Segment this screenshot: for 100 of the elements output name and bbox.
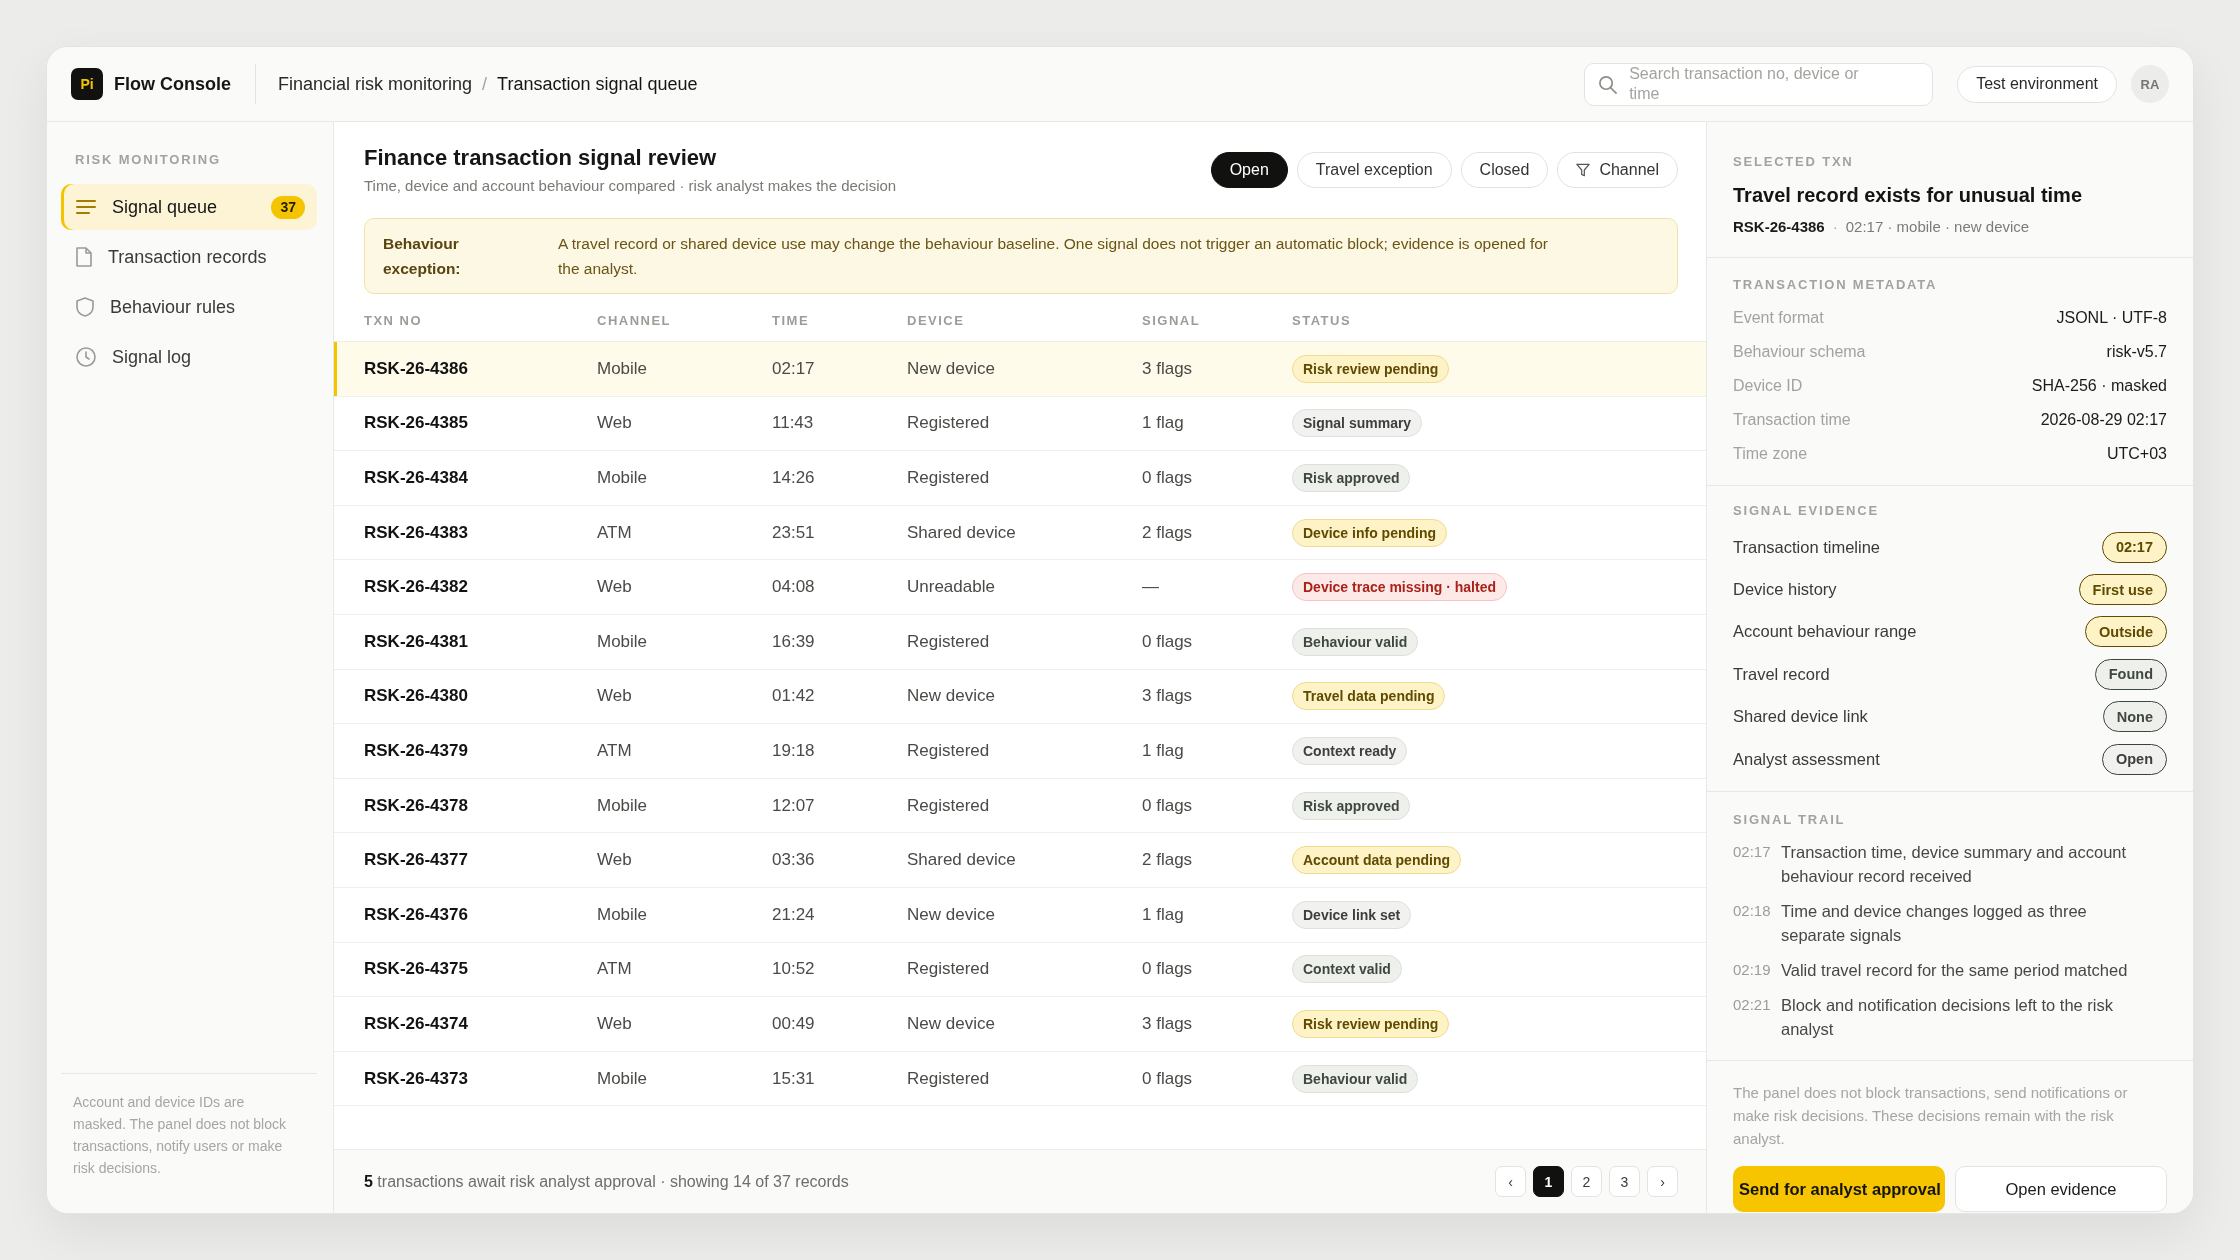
table-cell-text: 14:26	[772, 468, 816, 488]
status-badge: Signal summary	[1292, 409, 1423, 438]
table-row[interactable]: RSK-26-4380 Web 01:42 New device 3 flags Travel data pending	[334, 669, 1706, 725]
table-cell-text: Mobile	[597, 1068, 649, 1089]
trail-time: 02:19	[1733, 960, 1771, 981]
section-heading: RISK MONITORING	[74, 151, 222, 169]
page-button[interactable]: 1	[1533, 1166, 1564, 1197]
detail-title: Travel record exists for unusual time	[1733, 183, 2083, 208]
table-cell-text: Mobile	[597, 795, 649, 816]
table-cell-text: Registered	[907, 413, 991, 434]
app-logo: Pi	[71, 68, 103, 100]
next-page-button[interactable]: ›	[1647, 1166, 1678, 1197]
table-cell-text: 1 flag	[1142, 413, 1185, 434]
txn-id-cell-text: RSK-26-4378	[364, 795, 469, 816]
table-row[interactable]: RSK-26-4378 Mobile 12:07 Registered 0 flags Risk approved	[334, 778, 1706, 834]
table-row[interactable]: RSK-26-4379 ATM 19:18 Registered 1 flag Context ready	[334, 724, 1706, 779]
filter-chip[interactable]: Open	[1210, 152, 1288, 188]
table-cell-text: 19:18	[772, 740, 816, 761]
table-cell-text: 2 flags	[1142, 850, 1194, 871]
status-badge: Device info pending	[1292, 518, 1447, 547]
sidebar-note: Account and device IDs are masked. The panel does not block transactions, notify users or make risk decisions.	[73, 1093, 287, 1178]
table-cell-text: 3 flags	[1142, 686, 1194, 707]
breadcrumb-current[interactable]: Transaction signal queue	[497, 73, 698, 95]
sidebar-item[interactable]: Behaviour rules	[61, 284, 317, 330]
meta-separator: ·	[1832, 217, 1838, 237]
filter-chip[interactable]: Closed	[1460, 152, 1549, 188]
page-button[interactable]: 3	[1609, 1166, 1640, 1197]
txn-id: RSK-26-4386	[1733, 217, 1825, 237]
page-button[interactable]: 2	[1571, 1166, 1602, 1197]
user-avatar[interactable]: RA	[2131, 65, 2169, 103]
table-cell-text: 3 flags	[1142, 1013, 1194, 1034]
table-cell-text: New device	[907, 1013, 996, 1034]
environment-badge: Test environment	[1957, 65, 2117, 103]
metadata-value: JSONL · UTF-8	[2056, 309, 2167, 327]
table-row[interactable]: RSK-26-4381 Mobile 16:39 Registered 0 flags Behaviour valid	[334, 614, 1706, 670]
evidence-label: Transaction timeline	[1733, 537, 1881, 557]
search-field[interactable]: Search transaction no, device or time	[1584, 62, 1934, 106]
table-cell-text: Mobile	[597, 468, 649, 488]
evidence-badge: Open	[2101, 743, 2167, 775]
table-cell-text: 03:36	[772, 850, 816, 871]
status-badge: Risk review pending	[1292, 1009, 1450, 1038]
column-header: TIME	[772, 313, 811, 328]
trail-text: Time and device changes logged as three separate signals	[1781, 901, 2088, 947]
table-row[interactable]: RSK-26-4375 ATM 10:52 Registered 0 flags Context valid	[334, 942, 1706, 998]
txn-id-cell-text: RSK-26-4384	[364, 468, 469, 488]
filter-chip[interactable]: Travel exception	[1296, 152, 1452, 188]
table-row[interactable]: RSK-26-4386 Mobile 02:17 New device 3 flags Risk review pending	[334, 342, 1706, 397]
sidebar-item[interactable]: Signal queue 37	[61, 184, 317, 230]
table-cell-text: New device	[907, 358, 996, 379]
previous-page-button[interactable]: ‹	[1495, 1166, 1526, 1197]
table-cell-text: 15:31	[772, 1068, 816, 1089]
table-row[interactable]: RSK-26-4376 Mobile 21:24 New device 1 flag Device link set	[334, 887, 1706, 943]
sidebar-item[interactable]: Transaction records	[61, 234, 317, 280]
table-row[interactable]: RSK-26-4374 Web 00:49 New device 3 flags Risk review pending	[334, 997, 1706, 1052]
approval-button[interactable]: Send for analyst approval	[1733, 1166, 1945, 1213]
table-cell-text: Registered	[907, 959, 991, 980]
metadata-label: Time zone	[1733, 445, 1808, 463]
evidence-badge: First use	[2078, 574, 2167, 606]
table-cell-text: Shared device	[907, 850, 1017, 871]
table-cell-text: Unreadable	[907, 577, 996, 598]
table-row[interactable]: RSK-26-4377 Web 03:36 Shared device 2 flags Account data pending	[334, 833, 1706, 888]
status-badge: Risk approved	[1292, 791, 1411, 820]
table-row[interactable]: RSK-26-4384 Mobile 14:26 Registered 0 flags Risk approved	[334, 451, 1706, 506]
table-cell-text: 2 flags	[1142, 522, 1194, 543]
evidence-badge: Outside	[2085, 616, 2167, 648]
section-heading: SIGNAL EVIDENCE	[1733, 503, 1880, 519]
table-cell-text: 23:51	[772, 522, 816, 543]
status-badge: Account data pending	[1292, 846, 1461, 875]
footer-summary: 5 transactions await risk analyst approval · showing 14 of 37 records	[364, 1172, 849, 1191]
table-cell-text: 01:42	[772, 686, 816, 707]
table-row[interactable]: RSK-26-4373 Mobile 15:31 Registered 0 flags Behaviour valid	[334, 1051, 1706, 1107]
filter-chip[interactable]: Channel	[1557, 152, 1678, 188]
table-cell-text: New device	[907, 904, 996, 925]
shield-icon	[76, 297, 94, 317]
table-cell-text: Mobile	[597, 904, 649, 925]
txn-id-cell-text: RSK-26-4385	[364, 413, 469, 434]
table-cell-text: Web	[597, 1013, 633, 1034]
metadata-value: SHA-256 · masked	[2031, 377, 2167, 395]
txn-id-cell-text: RSK-26-4375	[364, 959, 469, 980]
table-cell-text: Shared device	[907, 522, 1017, 543]
table-row[interactable]: RSK-26-4383 ATM 23:51 Shared device 2 flags Device info pending	[334, 505, 1706, 561]
table-cell-text: ATM	[597, 740, 633, 761]
table-cell-text: 0 flags	[1142, 468, 1194, 488]
txn-id-cell-text: RSK-26-4380	[364, 686, 469, 707]
evidence-badge: Found	[2094, 658, 2167, 690]
evidence-button[interactable]: Open evidence	[1955, 1166, 2167, 1213]
count-badge: 37	[271, 195, 305, 219]
sidebar-item[interactable]: Signal log	[61, 334, 317, 380]
table-cell-text: Web	[597, 413, 633, 434]
txn-id-cell-text: RSK-26-4386	[364, 358, 469, 379]
table-cell-text: Registered	[907, 740, 991, 761]
breadcrumb-link[interactable]: Financial risk monitoring	[278, 73, 473, 95]
status-badge: Behaviour valid	[1292, 627, 1419, 656]
status-badge: Behaviour valid	[1292, 1064, 1419, 1093]
table-row[interactable]: RSK-26-4385 Web 11:43 Registered 1 flag Signal summary	[334, 396, 1706, 452]
table-row[interactable]: RSK-26-4382 Web 04:08 Unreadable — Device trace missing · halted	[334, 560, 1706, 615]
status-badge: Risk approved	[1292, 464, 1411, 492]
table-cell-text: 0 flags	[1142, 795, 1194, 816]
column-header: DEVICE	[907, 313, 966, 328]
metadata-label: Transaction time	[1733, 411, 1851, 429]
